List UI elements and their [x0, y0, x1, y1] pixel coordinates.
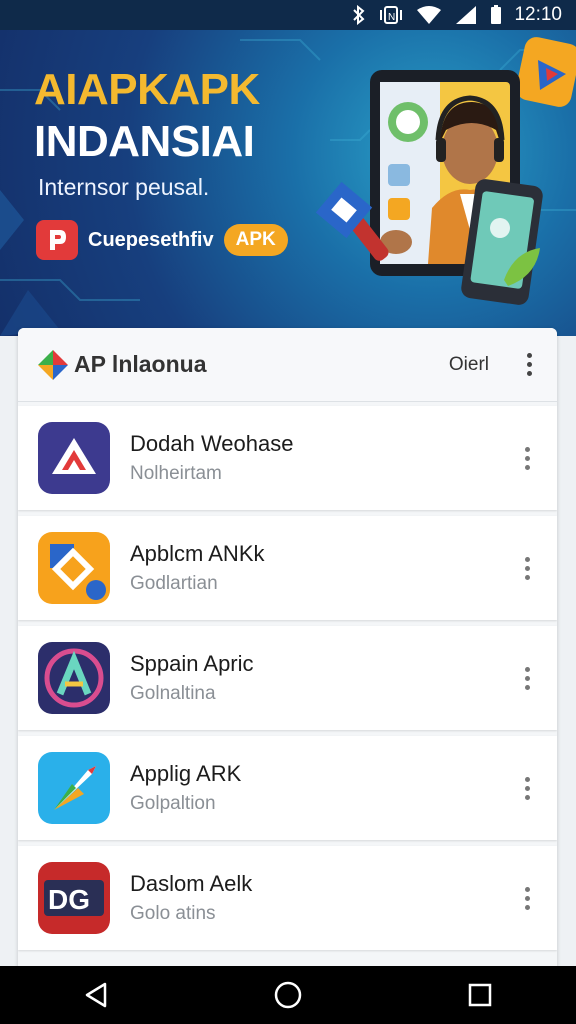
list-item[interactable]: Dodah Weohase Nolheirtam [18, 406, 557, 510]
recents-icon[interactable] [456, 971, 504, 1019]
panel-header: AP lnlaonua Oierl [18, 328, 557, 402]
app-more-icon[interactable] [517, 776, 537, 800]
svg-text:DG: DG [48, 884, 90, 915]
bluetooth-icon [352, 5, 366, 25]
status-time: 12:10 [514, 4, 562, 25]
list-item[interactable]: Apblcm ANKk Godlartian [18, 516, 557, 620]
app-name: Daslom Aelk [130, 871, 253, 896]
panel-action-button[interactable]: Oierl [449, 354, 489, 376]
apk-pill-button[interactable]: APK [223, 224, 288, 256]
hero-badge-text: Cuepesethfiv [88, 228, 214, 251]
panel-title: AP lnlaonua [74, 351, 207, 377]
app-name: Dodah Weohase [130, 431, 294, 456]
svg-text:N: N [388, 12, 395, 23]
hero-illustration [315, 37, 576, 305]
list-item[interactable]: Applig ARK Golpaltion [18, 736, 557, 840]
hero-subtitle: Internsor peusal. [38, 174, 210, 200]
app-name: Sppain Apric [130, 651, 254, 676]
app-subtitle: Nolheirtam [130, 463, 222, 484]
dg-logo-icon: DG [38, 862, 110, 934]
battery-icon [490, 5, 502, 25]
vibrate-icon: N [378, 5, 404, 25]
app-subtitle: Golo atins [130, 903, 216, 924]
back-icon[interactable] [72, 971, 120, 1019]
status-bar: N 12:10 [0, 0, 576, 30]
wifi-icon [416, 5, 442, 25]
hero-badge-row[interactable]: Cuepesethfiv APK [36, 220, 288, 260]
app-name: Apblcm ANKk [130, 541, 265, 566]
panel-more-icon[interactable] [519, 353, 539, 376]
panel-logo-icon [38, 349, 68, 380]
list-item[interactable]: DG Daslom Aelk Golo atins [18, 846, 557, 950]
triangle-logo-icon [38, 422, 110, 494]
orange-puzzle-icon [38, 532, 110, 604]
app-more-icon[interactable] [517, 666, 537, 690]
letter-a-icon [38, 642, 110, 714]
hero-title: AIAPKAPK INDANSIAI [34, 64, 260, 168]
app-subtitle: Golpaltion [130, 793, 216, 814]
home-icon[interactable] [264, 971, 312, 1019]
play-badge-icon [36, 220, 78, 260]
app-more-icon[interactable] [517, 556, 537, 580]
hero-banner[interactable]: AIAPKAPK INDANSIAI Internsor peusal. Cue… [0, 30, 576, 336]
app-name: Applig ARK [130, 761, 242, 786]
hero-title-line2: INDANSIAI [34, 117, 255, 166]
app-more-icon[interactable] [517, 446, 537, 470]
list-item[interactable]: Sppain Apric Golnaltina [18, 626, 557, 730]
app-list: Dodah Weohase Nolheirtam Apblcm ANKk God… [18, 406, 557, 950]
signal-icon [454, 5, 478, 25]
rocket-icon [38, 752, 110, 824]
app-subtitle: Golnaltina [130, 683, 216, 704]
app-panel: AP lnlaonua Oierl Dodah Weohase Nolheirt… [18, 328, 557, 968]
navigation-bar [0, 966, 576, 1024]
hero-title-line1: AIAPKAPK [34, 65, 260, 114]
app-more-icon[interactable] [517, 886, 537, 910]
play-logo-icon [516, 37, 576, 107]
app-subtitle: Godlartian [130, 573, 218, 594]
